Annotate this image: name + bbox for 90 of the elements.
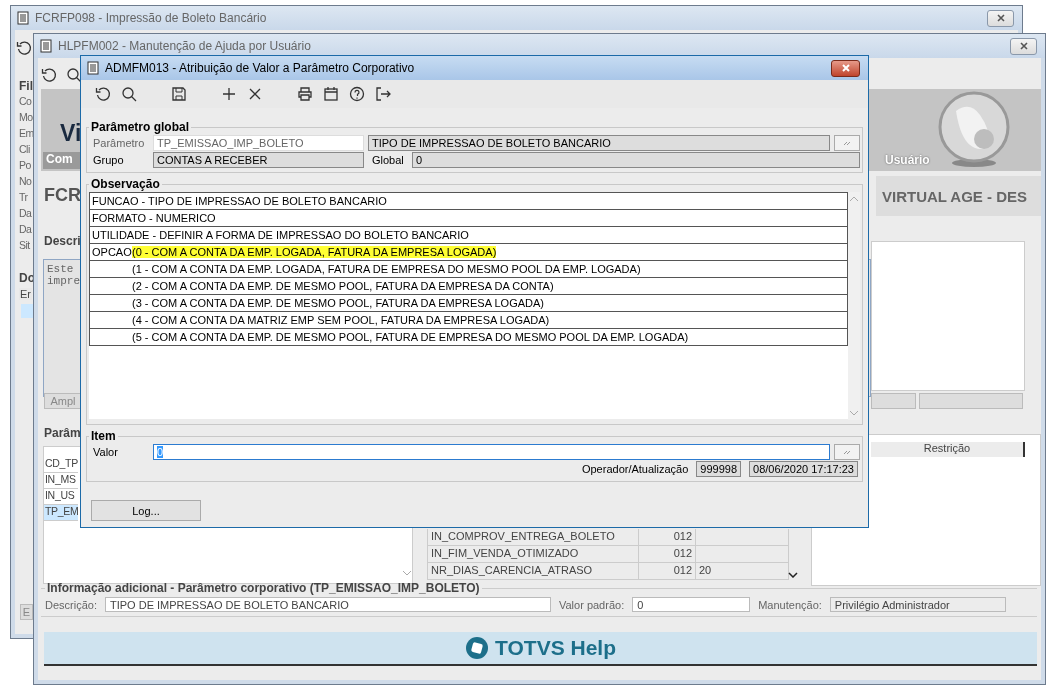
refresh-icon[interactable] bbox=[95, 86, 111, 102]
option-line: (2 - COM A CONTA DA EMP. DE MESMO POOL, FATURA DA EMPRESA DA CONTA) bbox=[132, 280, 554, 292]
document-icon bbox=[87, 61, 99, 75]
field-label: Co bbox=[19, 95, 32, 108]
group-label: Observação bbox=[90, 177, 161, 191]
field-label: Valor bbox=[92, 446, 119, 458]
group-label: Parâm bbox=[44, 426, 81, 440]
help-banner[interactable]: TOTVS Help bbox=[44, 632, 1037, 666]
field-label: Mo bbox=[19, 111, 33, 124]
group-label: Fil bbox=[19, 79, 33, 93]
observation-line: FUNCAO - TIPO DE IMPRESSAO DE BOLETO BANCARIO bbox=[92, 195, 387, 207]
table-cell: NR_DIAS_CARENCIA_ATRASO bbox=[428, 563, 639, 579]
banner-title: Vi bbox=[60, 120, 82, 147]
parameter-field: TP_EMISSAO_IMP_BOLETO bbox=[153, 135, 364, 151]
group-label: Item bbox=[90, 429, 117, 443]
parameter-row[interactable]: IN_MS bbox=[44, 473, 78, 489]
lookup-icon bbox=[842, 139, 852, 147]
parameter-description-field: TIPO DE IMPRESSAO DE BOLETO BANCARIO bbox=[368, 135, 830, 151]
refresh-icon[interactable] bbox=[16, 40, 32, 56]
group-field: CONTAS A RECEBER bbox=[153, 152, 364, 168]
close-button[interactable] bbox=[831, 59, 860, 77]
option-line: (3 - COM A CONTA DA EMP. DE MESMO POOL, FATURA DA EMPRESA LOGADA) bbox=[132, 297, 544, 309]
option-label: OPCAO bbox=[92, 246, 132, 258]
field-label: Operador/Atualização bbox=[581, 463, 689, 475]
default-value-field[interactable]: 0 bbox=[632, 597, 751, 612]
table-cell: 20 bbox=[696, 563, 789, 579]
print-icon[interactable] bbox=[297, 86, 313, 102]
global-field: 0 bbox=[412, 152, 860, 168]
company-name: VIRTUAL AGE - DES bbox=[882, 187, 1027, 205]
description-line: Este bbox=[47, 263, 74, 275]
window-title: ADMFM013 - Atribuição de Valor a Parâmetro Corporativo bbox=[105, 61, 416, 75]
parameter-row[interactable]: CD_TP bbox=[44, 457, 78, 473]
calendar-icon[interactable] bbox=[323, 86, 339, 102]
field-label: Global bbox=[371, 154, 405, 166]
close-button[interactable] bbox=[987, 9, 1014, 27]
table-cell: IN_FIM_VENDA_OTIMIZADO bbox=[428, 546, 639, 562]
column-header: Er bbox=[19, 288, 32, 300]
table-cell: 012 bbox=[639, 529, 696, 545]
field-label: Po bbox=[19, 159, 31, 172]
delete-icon[interactable] bbox=[247, 86, 263, 102]
observation-line: UTILIDADE - DEFINIR A FORMA DE IMPRESSAO DO BOLETO BANCARIO bbox=[92, 229, 469, 241]
group-label: Informação adicional - Parâmetro corporativo (TP_EMISSAO_IMP_BOLETO) bbox=[46, 581, 481, 595]
option-line: (1 - COM A CONTA DA EMP. LOGADA, FATURA DE EMPRESA DO MESMO POOL DA EMP. LOGADA) bbox=[132, 263, 641, 275]
close-icon bbox=[840, 63, 851, 73]
field-label: Da bbox=[19, 223, 32, 236]
group-label: Descri bbox=[44, 234, 81, 248]
exit-icon[interactable] bbox=[375, 86, 391, 102]
option-line: (4 - COM A CONTA DA MATRIZ EMP SEM POOL, FATURA DA EMPRESA LOGADA) bbox=[132, 314, 550, 326]
scroll-down-icon[interactable] bbox=[788, 572, 798, 578]
window-title: FCRFP098 - Impressão de Boleto Bancário bbox=[35, 11, 268, 25]
search-icon[interactable] bbox=[121, 86, 137, 102]
banner-title: TOTVS Help bbox=[495, 636, 616, 660]
column-header: Restrição bbox=[871, 442, 1025, 457]
document-icon bbox=[17, 11, 29, 25]
help-icon[interactable] bbox=[349, 86, 365, 102]
description-field[interactable]: TIPO DE IMPRESSAO DE BOLETO BANCARIO bbox=[104, 597, 551, 612]
save-icon[interactable] bbox=[171, 86, 187, 102]
updated-field: 08/06/2020 17:17:23 bbox=[749, 461, 858, 477]
lookup-icon bbox=[842, 448, 852, 456]
option-line: (5 - COM A CONTA DA EMP. DE MESMO POOL, FATURA DE EMPRESA DO MESMO POOL DA EMP. LOGADA) bbox=[132, 331, 689, 343]
close-icon bbox=[995, 13, 1006, 23]
description-line: impre bbox=[47, 275, 80, 287]
close-icon bbox=[1018, 41, 1029, 51]
field-label: Tr bbox=[19, 191, 28, 204]
table-cell: 012 bbox=[639, 546, 696, 562]
close-button[interactable] bbox=[1010, 37, 1037, 55]
maintenance-field: Privilégio Administrador bbox=[829, 597, 1006, 612]
field-label: No bbox=[19, 175, 32, 188]
search-icon[interactable] bbox=[66, 67, 82, 83]
field-label: Da bbox=[19, 207, 32, 220]
field-label: Sit bbox=[19, 239, 30, 252]
table-cell: 012 bbox=[639, 563, 696, 579]
field-label: Manutenção: bbox=[758, 598, 822, 611]
add-icon[interactable] bbox=[221, 86, 237, 102]
document-icon bbox=[40, 39, 52, 53]
field-label: Descrição: bbox=[45, 598, 97, 611]
refresh-icon[interactable] bbox=[41, 67, 57, 83]
log-button[interactable]: Log... bbox=[91, 500, 201, 521]
field-label: Valor padrão: bbox=[558, 598, 625, 611]
heading: FCR bbox=[44, 185, 81, 206]
logo-icon bbox=[465, 636, 489, 660]
group-label: Parâmetro global bbox=[90, 120, 191, 134]
field-label: Cli bbox=[19, 143, 30, 156]
parameter-row[interactable]: TP_EM bbox=[44, 505, 78, 521]
operator-field: 999998 bbox=[696, 461, 742, 477]
observation-line: FORMATO - NUMERICO bbox=[92, 212, 216, 224]
field-label: Grupo bbox=[92, 154, 125, 166]
field-label: Parâmetro bbox=[92, 137, 146, 149]
table-cell: IN_COMPROV_ENTREGA_BOLETO bbox=[428, 529, 639, 545]
window-title: HLPFM002 - Manutenção de Ajuda por Usuário bbox=[58, 39, 312, 53]
